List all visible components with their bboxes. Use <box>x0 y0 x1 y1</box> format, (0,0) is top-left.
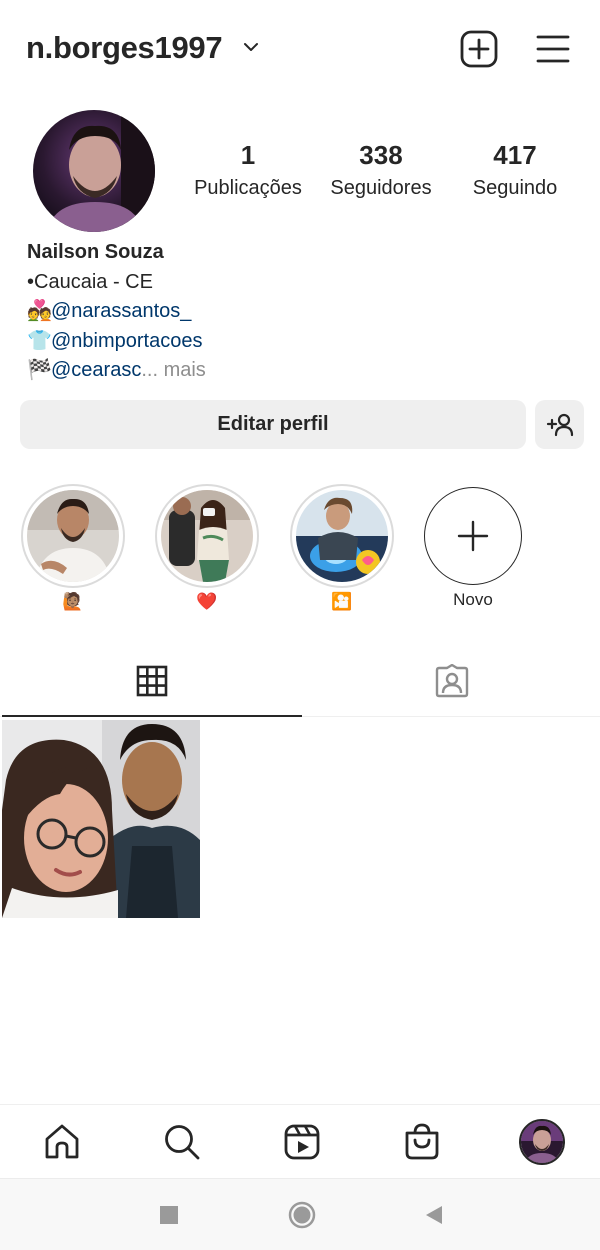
nav-home-button[interactable] <box>39 1119 85 1165</box>
profile-stats: 1 Publicações 338 Seguidores 417 Seguind… <box>180 140 580 210</box>
nav-shop-button[interactable] <box>399 1119 445 1165</box>
highlight-label: 🙋🏽 <box>62 592 84 611</box>
active-tab-indicator <box>2 715 302 717</box>
edit-profile-button[interactable]: Editar perfil <box>20 400 526 449</box>
menu-button[interactable] <box>535 31 571 67</box>
highlight-label: 🎦 <box>331 592 353 611</box>
highlight-item[interactable]: ❤️ <box>155 484 259 616</box>
nav-profile-button[interactable] <box>519 1119 565 1165</box>
mention-link[interactable]: @nbimportacoes <box>51 330 202 352</box>
highlight-item[interactable]: 🎦 <box>290 484 394 616</box>
post-thumbnail[interactable] <box>2 720 200 918</box>
posts-count-label: Publicações <box>194 177 302 199</box>
highlight-cover <box>161 490 253 582</box>
following-count-value: 417 <box>493 140 537 170</box>
new-post-button[interactable] <box>459 29 499 69</box>
highlight-item[interactable]: 🙋🏽 <box>21 484 125 616</box>
highlight-label: ❤️ <box>196 592 218 611</box>
bio-more-link[interactable]: mais <box>164 359 206 381</box>
home-icon <box>45 1124 79 1159</box>
checkered-flag-emoji-icon: 🏁 <box>27 359 52 381</box>
search-icon <box>165 1125 200 1160</box>
profile-tabs <box>0 645 600 717</box>
followers-count-label: Seguidores <box>330 177 432 199</box>
movie-photo <box>296 490 388 582</box>
profile-name: Nailson Souza <box>27 241 164 263</box>
following-count-label: Seguindo <box>472 177 558 199</box>
new-highlight-ring <box>424 487 522 585</box>
posts-count-value: 1 <box>240 140 256 170</box>
profile-photo <box>33 110 155 232</box>
followers-count-value: 338 <box>359 140 403 170</box>
system-navigation-bar <box>0 1178 600 1250</box>
discover-people-button[interactable] <box>535 400 584 449</box>
followers-count[interactable]: 338 Seguidores <box>311 140 451 200</box>
highlight-cover <box>296 490 388 582</box>
couple-emoji-icon: 💑 <box>27 300 52 322</box>
bio-link-line: 👕@nbimportacoes <box>27 327 587 357</box>
recents-square-icon <box>160 1206 178 1224</box>
person-photo <box>27 490 119 582</box>
system-home-button[interactable] <box>288 1201 316 1229</box>
couple-selfie-photo <box>2 720 200 918</box>
profile-bio: Nailson Souza •Caucaia - CE 💑@narassanto… <box>27 238 587 386</box>
tagged-person-icon <box>435 664 469 698</box>
highlight-ring <box>290 484 394 588</box>
add-person-icon <box>546 413 573 436</box>
bio-truncation: ... <box>141 359 159 381</box>
bottom-navigation <box>0 1104 600 1178</box>
highlight-ring <box>155 484 259 588</box>
posts-count[interactable]: 1 Publicações <box>178 140 318 200</box>
system-back-button[interactable] <box>420 1201 448 1229</box>
nav-reels-button[interactable] <box>279 1119 325 1165</box>
home-circle-icon <box>288 1201 316 1229</box>
new-highlight-button[interactable]: Novo <box>421 484 525 614</box>
following-count[interactable]: 417 Seguindo <box>445 140 585 200</box>
chevron-down-icon[interactable] <box>242 40 260 54</box>
profile-avatar <box>519 1119 565 1165</box>
grid-icon <box>136 665 168 697</box>
story-highlights: 🙋🏽 ❤️ 🎦 Novo <box>0 480 600 620</box>
tshirt-emoji-icon: 👕 <box>27 329 52 352</box>
plus-icon <box>457 520 489 552</box>
reels-icon <box>284 1124 320 1160</box>
nav-search-button[interactable] <box>159 1119 205 1165</box>
profile-photo-small <box>521 1121 563 1163</box>
highlight-ring <box>21 484 125 588</box>
mention-link[interactable]: @cearasc <box>51 359 141 381</box>
bio-location: •Caucaia - CE <box>27 270 153 293</box>
tab-posts-grid[interactable] <box>2 645 302 717</box>
bio-link-line: 🏁@cearasc... mais <box>27 356 587 386</box>
mention-link[interactable]: @narassantos_ <box>51 300 191 322</box>
recents-button[interactable] <box>155 1201 183 1229</box>
username-title[interactable]: n.borges1997 <box>26 30 223 66</box>
shop-bag-icon <box>405 1123 439 1160</box>
couple-photo <box>161 490 253 582</box>
profile-avatar[interactable] <box>33 110 155 232</box>
profile-header: n.borges1997 <box>0 0 600 96</box>
bio-link-line: 💑@narassantos_ <box>27 297 587 327</box>
tab-tagged[interactable] <box>302 645 600 717</box>
back-triangle-icon <box>426 1206 442 1224</box>
highlight-cover <box>27 490 119 582</box>
new-highlight-label: Novo <box>453 590 493 609</box>
